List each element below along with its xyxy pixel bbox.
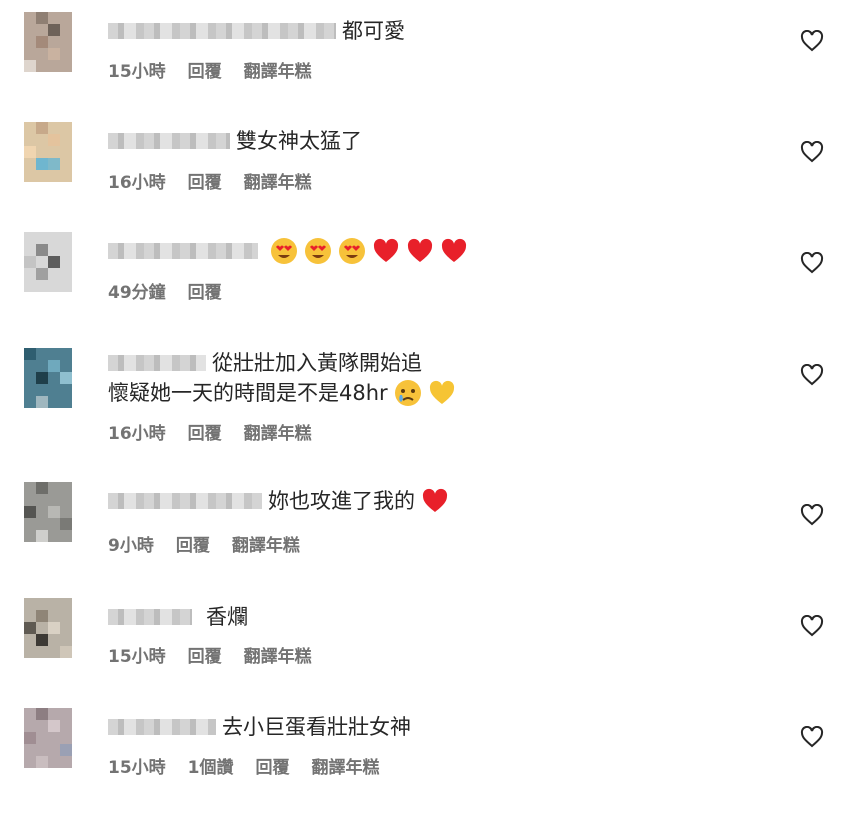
reply-button[interactable]: 回覆 — [188, 62, 222, 82]
avatar[interactable] — [24, 708, 72, 768]
username-blurred[interactable] — [108, 243, 258, 259]
like-heart-icon[interactable] — [800, 364, 824, 386]
comment-text-line: 妳也攻進了我的 — [108, 486, 748, 516]
username-blurred[interactable] — [108, 355, 206, 371]
username-blurred[interactable] — [108, 23, 336, 39]
comment-text-line: 從壯壯加入黃隊開始追 — [108, 348, 748, 378]
like-heart-icon[interactable] — [800, 726, 824, 748]
reply-button[interactable]: 回覆 — [188, 424, 222, 444]
comment-text: 妳也攻進了我的 — [268, 489, 415, 513]
heart-eyes-emoji-icon — [271, 238, 297, 264]
translate-button[interactable]: 翻譯年糕 — [232, 536, 300, 556]
reply-button[interactable]: 回覆 — [256, 758, 290, 778]
like-heart-icon[interactable] — [800, 252, 824, 274]
crying-face-emoji-icon — [394, 380, 421, 406]
like-count[interactable]: 1個讚 — [188, 758, 234, 778]
username-blurred[interactable] — [108, 133, 230, 149]
comment-text-line — [108, 236, 748, 266]
like-heart-icon[interactable] — [800, 504, 824, 526]
comment-meta: 49分鐘 回覆 — [108, 282, 244, 304]
avatar[interactable] — [24, 348, 72, 408]
red-heart-icon — [373, 238, 399, 262]
comment-text: 去小巨蛋看壯壯女神 — [222, 715, 411, 739]
comment-text: 從壯壯加入黃隊開始追 — [212, 351, 422, 375]
like-heart-icon[interactable] — [800, 141, 824, 163]
comment-text-continued: 懷疑她一天的時間是不是48hr — [108, 381, 388, 405]
heart-eyes-emoji-icon — [305, 238, 331, 264]
comment-text-line: 香爛 — [108, 602, 748, 632]
comment-text-line: 懷疑她一天的時間是不是48hr — [108, 378, 748, 408]
comment-time: 16小時 — [108, 173, 166, 193]
red-heart-icon — [407, 238, 433, 262]
comment-text: 雙女神太猛了 — [236, 129, 362, 153]
comment-meta: 9小時 回覆 翻譯年糕 — [108, 535, 322, 557]
avatar[interactable] — [24, 598, 72, 658]
heart-eyes-emoji-icon — [339, 238, 365, 264]
comment-text-line: 去小巨蛋看壯壯女神 — [108, 712, 748, 742]
avatar[interactable] — [24, 12, 72, 72]
translate-button[interactable]: 翻譯年糕 — [244, 62, 312, 82]
comment-meta: 15小時 回覆 翻譯年糕 — [108, 646, 334, 668]
translate-button[interactable]: 翻譯年糕 — [244, 647, 312, 667]
comment-time: 16小時 — [108, 424, 166, 444]
reply-button[interactable]: 回覆 — [176, 536, 210, 556]
translate-button[interactable]: 翻譯年糕 — [244, 424, 312, 444]
comment-meta: 16小時 回覆 翻譯年糕 — [108, 172, 334, 194]
avatar[interactable] — [24, 232, 72, 292]
comment-meta: 15小時 回覆 翻譯年糕 — [108, 61, 334, 83]
yellow-heart-icon — [429, 380, 454, 404]
username-blurred[interactable] — [108, 609, 192, 625]
comment-meta: 15小時 1個讚 回覆 翻譯年糕 — [108, 757, 402, 779]
username-blurred[interactable] — [108, 493, 262, 509]
comment-text-line: 都可愛 — [108, 16, 748, 46]
red-heart-icon — [422, 488, 448, 512]
username-blurred[interactable] — [108, 719, 216, 735]
comment-time: 49分鐘 — [108, 283, 166, 303]
like-heart-icon[interactable] — [800, 615, 824, 637]
avatar[interactable] — [24, 122, 72, 182]
comment-time: 15小時 — [108, 62, 166, 82]
comment-text-line: 雙女神太猛了 — [108, 126, 748, 156]
avatar[interactable] — [24, 482, 72, 542]
like-heart-icon[interactable] — [800, 30, 824, 52]
comment-text: 香爛 — [206, 605, 248, 629]
comment-meta: 16小時 回覆 翻譯年糕 — [108, 423, 334, 445]
reply-button[interactable]: 回覆 — [188, 173, 222, 193]
comment-time: 15小時 — [108, 758, 166, 778]
comment-time: 15小時 — [108, 647, 166, 667]
translate-button[interactable]: 翻譯年糕 — [312, 758, 380, 778]
translate-button[interactable]: 翻譯年糕 — [244, 173, 312, 193]
red-heart-icon — [441, 238, 467, 262]
comment-text: 都可愛 — [342, 19, 405, 43]
reply-button[interactable]: 回覆 — [188, 647, 222, 667]
comment-time: 9小時 — [108, 536, 154, 556]
reply-button[interactable]: 回覆 — [188, 283, 222, 303]
